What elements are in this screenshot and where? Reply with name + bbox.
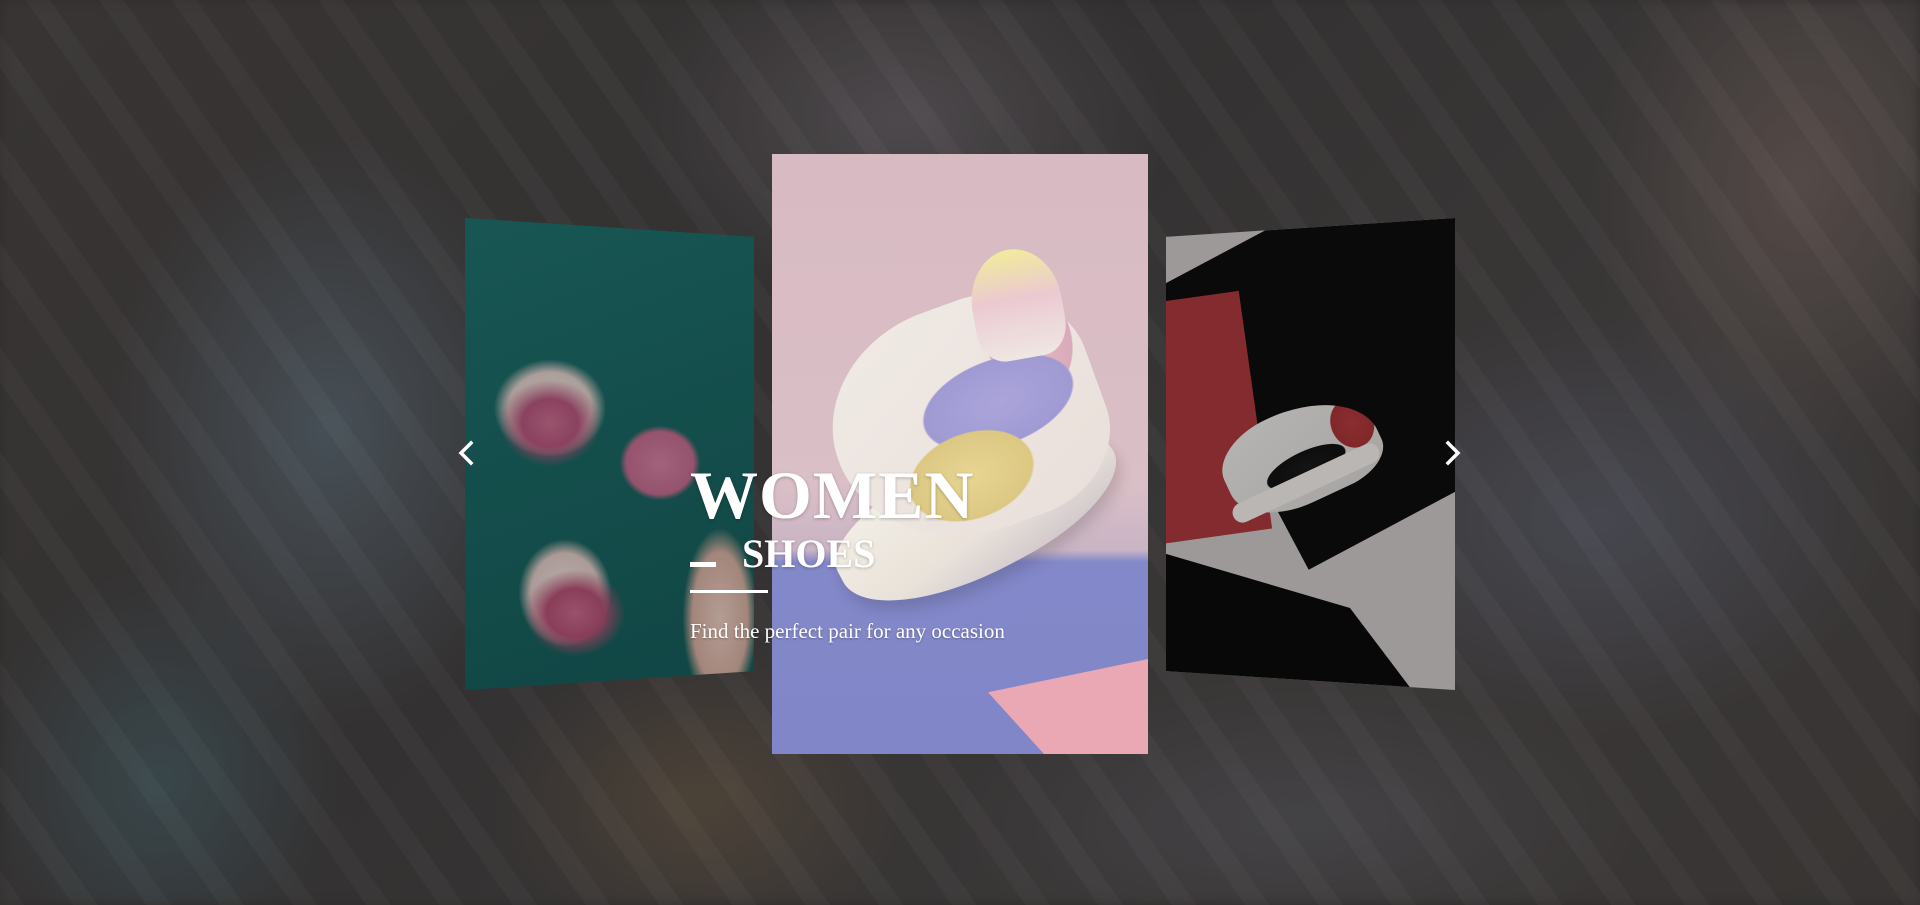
caption-subtitle: SHOES (742, 531, 876, 576)
slide-dim-overlay (772, 154, 1148, 754)
slide-right-high-top-sneaker[interactable] (1166, 218, 1455, 690)
chevron-left-icon (458, 440, 474, 466)
prev-slide-button[interactable] (451, 438, 481, 468)
carousel-stage: WOMEN SHOES Find the perfect pair for an… (0, 0, 1920, 905)
caption-dash (690, 561, 716, 567)
caption-title: WOMEN (690, 457, 975, 533)
slide-caption: WOMEN SHOES Find the perfect pair for an… (690, 457, 1005, 644)
slide-center-pastel-sneaker[interactable] (772, 154, 1148, 754)
caption-subtitle-row: SHOES (690, 532, 1005, 576)
next-slide-button[interactable] (1438, 438, 1468, 468)
slide-dim-overlay (1166, 218, 1455, 690)
caption-divider (690, 590, 768, 593)
chevron-right-icon (1445, 440, 1461, 466)
caption-description: Find the perfect pair for any occasion (690, 619, 1005, 643)
